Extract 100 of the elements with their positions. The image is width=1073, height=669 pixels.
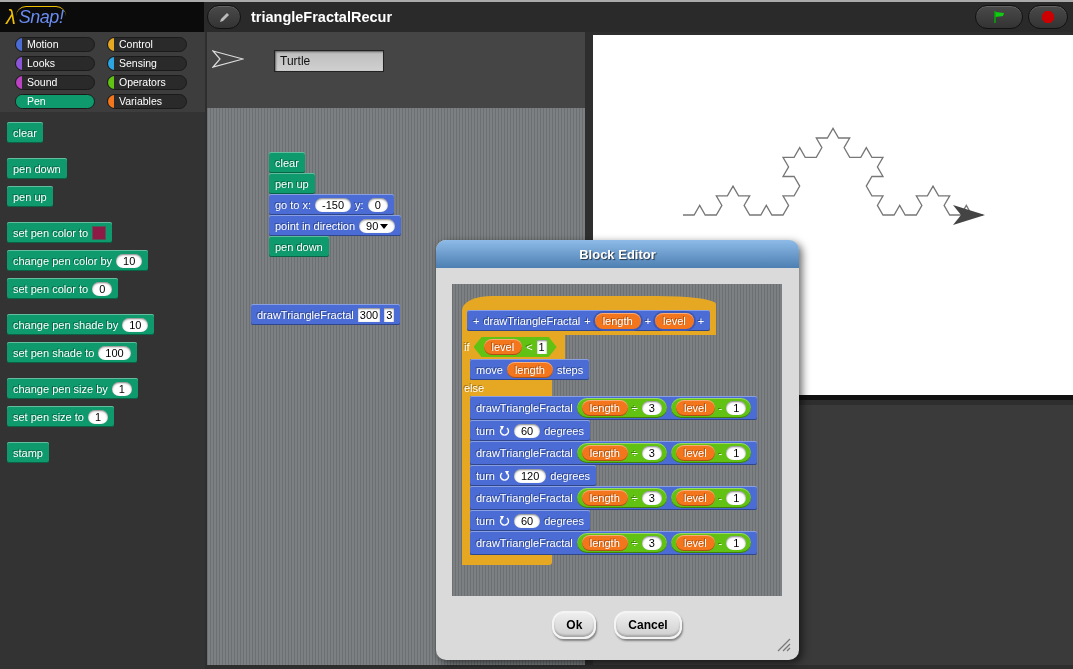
command-block[interactable]: point in direction 90 — [269, 215, 402, 236]
operator-reporter[interactable]: level - 1 — [670, 533, 752, 553]
block-label: pen up — [275, 177, 309, 190]
dropdown-input[interactable]: 90 — [359, 218, 396, 233]
number-input[interactable]: 10 — [122, 317, 149, 332]
number-input[interactable]: 3 — [641, 491, 662, 505]
operator-reporter[interactable]: length ÷ 3 — [576, 443, 667, 463]
command-block[interactable]: set pen color to — [7, 222, 113, 243]
category-button[interactable]: Pen — [15, 94, 95, 109]
command-block[interactable]: change pen color by 10 — [7, 250, 149, 271]
command-block[interactable]: drawTriangleFractal length ÷ 3 level - 1 — [470, 441, 758, 465]
block-label: - — [718, 492, 723, 504]
turn-right-icon — [498, 469, 510, 482]
edit-button[interactable] — [207, 5, 241, 29]
number-input[interactable]: 0 — [92, 281, 113, 296]
logo[interactable]: λ Snap! — [0, 2, 204, 32]
command-block[interactable]: drawTriangleFractal length ÷ 3 level - 1 — [470, 396, 758, 420]
operator-reporter[interactable]: level - 1 — [670, 398, 752, 418]
number-input[interactable]: 1 — [87, 409, 109, 424]
block-label: + — [473, 314, 480, 327]
color-swatch[interactable] — [92, 225, 107, 240]
dialog-button[interactable]: Cancel — [614, 611, 682, 639]
operator-reporter[interactable]: length ÷ 3 — [576, 488, 667, 508]
block-label: pen down — [275, 240, 323, 253]
sprite-name-field[interactable]: Turtle — [274, 50, 384, 72]
block-label: set pen size to — [13, 410, 84, 423]
command-block[interactable]: drawTriangleFractal length ÷ 3 level - 1 — [470, 531, 758, 555]
category-button[interactable]: Control — [107, 37, 187, 52]
block-label: stamp — [13, 446, 43, 459]
number-slot[interactable]: 300 — [357, 307, 381, 322]
command-block[interactable]: turn 60 degrees — [470, 420, 590, 441]
number-input[interactable]: -150 — [315, 197, 352, 212]
number-input[interactable]: 3 — [641, 401, 662, 415]
predicate-reporter[interactable]: level < 1 — [473, 337, 557, 357]
run-button[interactable] — [975, 5, 1023, 29]
dialog-button[interactable]: Ok — [552, 611, 597, 639]
number-input[interactable]: 3 — [641, 536, 662, 550]
number-input[interactable]: 60 — [513, 423, 541, 438]
command-block[interactable]: stamp — [7, 442, 49, 463]
command-block[interactable]: change pen shade by 10 — [7, 314, 155, 335]
block-label: pen up — [13, 190, 47, 203]
number-input[interactable]: 3 — [641, 446, 662, 460]
block-label: degrees — [550, 469, 591, 482]
command-block[interactable]: set pen color to 0 — [7, 278, 119, 299]
command-block[interactable]: go to x: -150 y: 0 — [269, 194, 394, 215]
operator-reporter[interactable]: length ÷ 3 — [576, 398, 667, 418]
block-label: ÷ — [631, 447, 638, 459]
category-button[interactable]: Sensing — [107, 56, 187, 71]
command-block[interactable]: clear — [269, 152, 305, 173]
command-block[interactable]: change pen size by 1 — [7, 378, 138, 399]
number-input[interactable]: 60 — [513, 513, 541, 528]
command-block[interactable]: pen up — [7, 186, 53, 207]
command-block[interactable]: turn 60 degrees — [470, 510, 590, 531]
block-label: < — [526, 341, 533, 353]
turn-left-icon — [498, 514, 510, 527]
category-button[interactable]: Motion — [15, 37, 95, 52]
command-block[interactable]: set pen size to 1 — [7, 406, 115, 427]
command-block[interactable]: pen down — [269, 236, 329, 257]
number-input[interactable]: 100 — [98, 345, 131, 360]
hat-block[interactable]: + drawTriangleFractal + length + level + — [462, 296, 717, 335]
command-block[interactable]: pen up — [269, 173, 315, 194]
number-input[interactable]: 1 — [111, 381, 132, 396]
operator-reporter[interactable]: length ÷ 3 — [576, 533, 667, 553]
number-input[interactable]: 10 — [116, 253, 143, 268]
operator-reporter[interactable]: level - 1 — [670, 443, 752, 463]
logo-text: Snap! — [15, 6, 67, 28]
command-block[interactable]: drawTriangleFractal length ÷ 3 level - 1 — [470, 486, 758, 510]
command-block[interactable]: drawTriangleFractal 300 3 — [251, 304, 401, 325]
stop-button[interactable] — [1028, 5, 1068, 29]
block-label: drawTriangleFractal — [483, 314, 581, 327]
block-label: change pen size by — [13, 382, 108, 395]
number-slot[interactable]: 3 — [384, 307, 395, 322]
command-block[interactable]: move length steps — [470, 359, 590, 380]
block-label: turn — [476, 469, 495, 482]
block-label: pen down — [13, 162, 61, 175]
number-input[interactable]: 1 — [726, 491, 747, 505]
number-input[interactable]: 1 — [726, 446, 747, 460]
category-button[interactable]: Variables — [107, 94, 187, 109]
number-input[interactable]: 120 — [513, 468, 547, 483]
command-block[interactable]: clear — [7, 122, 43, 143]
operator-reporter[interactable]: level - 1 — [670, 488, 752, 508]
block-label: degrees — [544, 514, 584, 527]
block-label: change pen color by — [13, 254, 113, 267]
command-block[interactable]: pen down — [7, 158, 67, 179]
logo-symbol: λ — [6, 5, 16, 29]
command-block[interactable]: turn 120 degrees — [470, 465, 597, 486]
block-label: if — [464, 341, 470, 353]
category-button[interactable]: Sound — [15, 75, 95, 90]
block-label: clear — [275, 156, 299, 169]
command-block[interactable]: set pen shade to 100 — [7, 342, 137, 363]
resize-handle-icon[interactable] — [777, 638, 791, 652]
category-button[interactable]: Looks — [15, 56, 95, 71]
stop-icon — [1042, 11, 1054, 23]
turtle-arrow-icon — [212, 50, 244, 68]
number-slot[interactable]: 1 — [536, 340, 547, 354]
number-input[interactable]: 0 — [367, 197, 388, 212]
number-input[interactable]: 1 — [726, 401, 747, 415]
category-button[interactable]: Operators — [107, 75, 187, 90]
number-input[interactable]: 1 — [726, 536, 747, 550]
if-else-block[interactable] — [462, 335, 758, 565]
